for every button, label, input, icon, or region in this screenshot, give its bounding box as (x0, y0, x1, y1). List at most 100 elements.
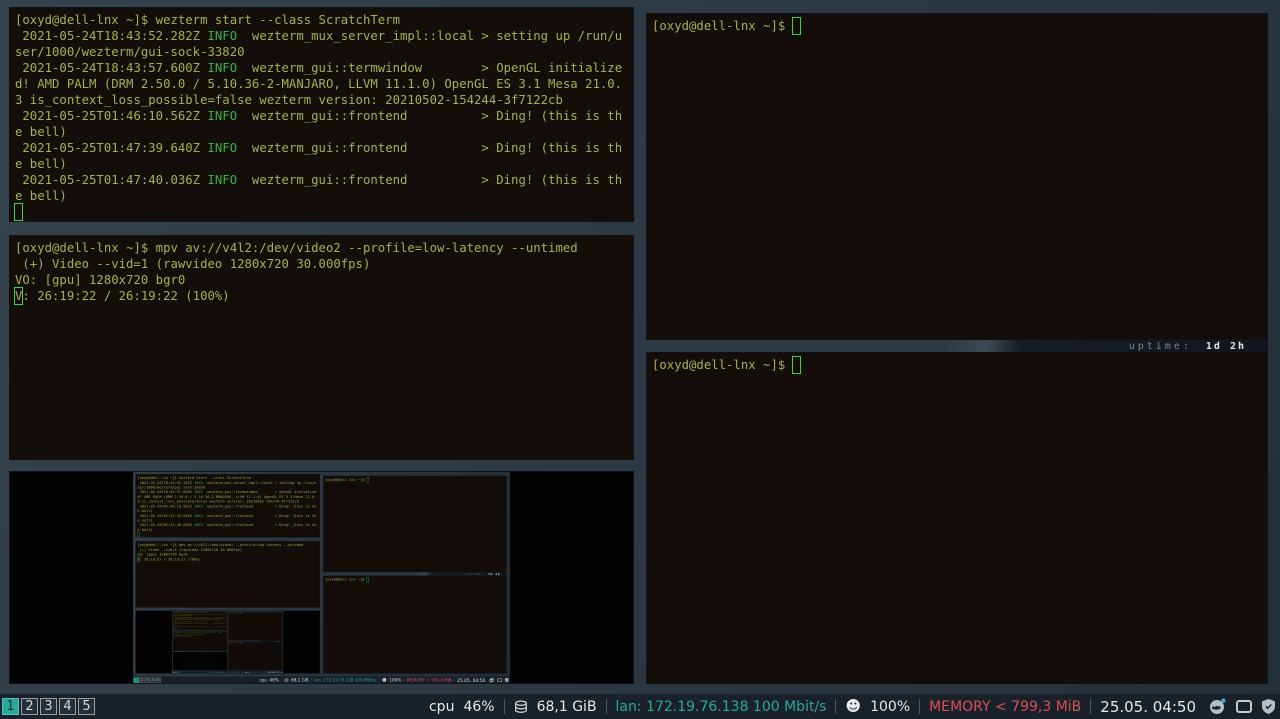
terminal-line: 2021-05-24T18:43:57.600Z INFO wezterm_gu… (15, 60, 628, 76)
terminal-line: VO: [gpu] 1280x720 bgr0 (15, 272, 628, 288)
status-area: cpu 46% 68,1 GiB lan: 172.19.76.138 100 … (429, 698, 1280, 716)
shield-tray-icon[interactable] (1262, 699, 1275, 714)
workspace-button-4[interactable]: 4 (59, 698, 76, 715)
terminal-output-mpv: [oxyd@dell-lnx ~]$ mpv av://v4l2:/dev/vi… (136, 542, 320, 608)
clock[interactable]: 25.05. 04:50 (457, 677, 485, 682)
nextcloud-tray-icon[interactable] (1209, 698, 1226, 715)
text-segment: [oxyd@dell-lnx ~]$ (652, 19, 793, 33)
cpu-value: 46% (212, 671, 216, 674)
text-segment: : 26:19:22 / 26:19:22 (100%) (139, 557, 201, 562)
terminal-window-wezterm-log[interactable]: [oxyd@dell-lnx ~]$ wezterm start --class… (172, 611, 228, 631)
window-tray-icon[interactable] (1236, 700, 1252, 713)
separator (605, 699, 607, 714)
text-segment: INFO (194, 522, 203, 528)
text-segment: d! AMD PALM (DRM 2.50.0 / 5.10.36-2-MANJ… (15, 77, 623, 91)
window-tray-icon[interactable] (497, 678, 502, 683)
text-segment: [oxyd@dell-lnx ~]$ (228, 642, 241, 644)
terminal-window-right-bottom[interactable]: [oxyd@dell-lnx ~]$ (323, 575, 507, 674)
uptime-label: uptime: (1129, 341, 1192, 352)
terminal-line: 3 is_context_loss_possible=false wezterm… (15, 92, 628, 108)
video-pillarbox (183, 652, 217, 671)
disk-icon (284, 678, 289, 682)
terminal-line: V: 26:19:22 / 26:19:22 (100%) (14, 287, 628, 305)
text-segment: e bell) (15, 157, 67, 171)
terminal-window-right-top[interactable]: [oxyd@dell-lnx ~]$ (228, 612, 283, 641)
text-segment: [oxyd@dell-lnx ~]$ wezterm start --class… (15, 13, 400, 27)
workspace-button-2[interactable]: 2 (21, 698, 38, 715)
terminal-window-mpv-command[interactable]: [oxyd@dell-lnx ~]$ mpv av://v4l2:/dev/vi… (135, 541, 320, 608)
desktop: [oxyd@dell-lnx ~]$ wezterm start --class… (0, 0, 1280, 719)
text-segment: INFO (207, 141, 238, 155)
text-segment: e bell) (15, 125, 67, 139)
memory-used-value: 68,1 GiB (537, 699, 597, 715)
terminal-output-right-bottom: [oxyd@dell-lnx ~]$ (324, 576, 507, 673)
terminal-line: 2021-05-25T01:46:10.562Z INFO wezterm_gu… (137, 504, 318, 509)
battery-smiley-icon: ☻ (845, 699, 861, 714)
terminal-output-right-top: [oxyd@dell-lnx ~]$ (228, 612, 282, 640)
nextcloud-tray-icon[interactable] (489, 677, 495, 683)
cursor-block (791, 356, 802, 374)
battery-value: 100% (870, 699, 910, 715)
terminal-window-right-bottom[interactable]: [oxyd@dell-lnx ~]$ (228, 641, 283, 671)
text-segment: [oxyd@dell-lnx ~]$ (325, 478, 366, 482)
terminal-line: 2021-05-25T01:47:40.036Z INFO wezterm_gu… (15, 172, 628, 188)
terminal-output-right-bottom: [oxyd@dell-lnx ~]$ (647, 353, 1267, 683)
workspace-button-1[interactable]: 1 (133, 677, 139, 683)
cursor-block (240, 641, 242, 644)
terminal-window-right-top[interactable]: [oxyd@dell-lnx ~]$ (323, 475, 507, 573)
terminal-line: e bell) (15, 188, 628, 204)
shield-tray-icon[interactable] (504, 677, 509, 683)
terminal-line: [oxyd@dell-lnx ~]$ (652, 356, 1262, 374)
memory-used-status: 68,1 GiB (284, 678, 309, 682)
mpv-video-window[interactable]: [oxyd@dell-lnx ~]$ wezterm start --class… (135, 610, 320, 674)
separator (919, 699, 921, 714)
separator (503, 699, 505, 714)
memory-warning: MEMORY < 799,3 MiB (407, 678, 452, 683)
text-segment: wezterm_gui::frontend > Ding! (this is t… (192, 626, 227, 628)
terminal-line: [oxyd@dell-lnx ~]$ (325, 576, 505, 583)
workspace-button-3[interactable]: 3 (144, 677, 150, 683)
text-segment: 2021-05-24T18:43:57.600Z (15, 61, 208, 75)
cursor-block (240, 612, 242, 615)
status-area: cpu 46% 68,1 GiB lan: 172.19.76.138 100 … (259, 677, 510, 683)
workspace-button-3[interactable]: 3 (40, 698, 57, 715)
shield-tray-icon[interactable] (281, 671, 283, 674)
terminal-window-wezterm-log[interactable]: [oxyd@dell-lnx ~]$ wezterm start --class… (135, 474, 320, 538)
memory-warning: MEMORY < 799,3 MiB (252, 671, 267, 674)
memory-warning: MEMORY < 799,3 MiB (929, 699, 1081, 715)
cpu-status: cpu 46% (259, 678, 278, 683)
workspace-button-5[interactable]: 5 (178, 671, 181, 674)
workspace-button-5[interactable]: 5 (155, 677, 161, 683)
text-segment: [oxyd@dell-lnx ~]$ (325, 577, 366, 581)
terminal-output-right-top: [oxyd@dell-lnx ~]$ (324, 476, 507, 572)
text-segment: INFO (207, 29, 238, 43)
workspace-button-5[interactable]: 5 (78, 698, 95, 715)
cursor-block (366, 576, 369, 583)
workspace-button-1[interactable]: 1 (2, 698, 19, 715)
terminal-window-right-top[interactable]: [oxyd@dell-lnx ~]$ (646, 13, 1268, 340)
terminal-line: 2021-05-24T18:43:52.282Z INFO wezterm_mu… (15, 28, 628, 44)
text-segment: INFO (207, 109, 238, 123)
terminal-window-mpv-command[interactable]: [oxyd@dell-lnx ~]$ mpv av://v4l2:/dev/vi… (9, 235, 634, 460)
terminal-window-right-bottom[interactable]: [oxyd@dell-lnx ~]$ (646, 352, 1268, 684)
terminal-line: 2021-05-25T01:46:10.562Z INFO wezterm_gu… (15, 108, 628, 124)
terminal-output-wezterm-log: [oxyd@dell-lnx ~]$ wezterm start --class… (10, 8, 633, 221)
terminal-line: e bell) (15, 124, 628, 140)
cpu-label: cpu (259, 678, 267, 683)
mpv-video-window[interactable] (172, 651, 228, 671)
mpv-video-window[interactable]: [oxyd@dell-lnx ~]$ wezterm start --class… (9, 471, 634, 684)
text-segment: wezterm_gui::frontend > Ding! (this is t… (237, 173, 623, 187)
battery-value: 100% (389, 678, 401, 683)
taskbar: 1 2 3 4 5 cpu 46% 68,1 GiB (133, 676, 510, 683)
clock[interactable]: 25.05. 04:50 (1100, 698, 1196, 716)
text-segment: wezterm_gui::frontend > Ding! (this is t… (202, 504, 317, 509)
workspace-button-2[interactable]: 2 (139, 677, 145, 683)
nextcloud-tray-icon[interactable] (277, 671, 279, 674)
terminal-output-right-bottom: [oxyd@dell-lnx ~]$ (228, 641, 282, 671)
terminal-window-mpv-command[interactable]: [oxyd@dell-lnx ~]$ mpv av://v4l2:/dev/vi… (172, 631, 228, 651)
terminal-line: [oxyd@dell-lnx ~]$ (229, 612, 282, 615)
terminal-window-wezterm-log[interactable]: [oxyd@dell-lnx ~]$ wezterm start --class… (9, 7, 634, 222)
window-tray-icon[interactable] (279, 671, 281, 673)
workspace-button-4[interactable]: 4 (150, 677, 156, 683)
clock[interactable]: 25.05. 04:50 (268, 672, 276, 674)
